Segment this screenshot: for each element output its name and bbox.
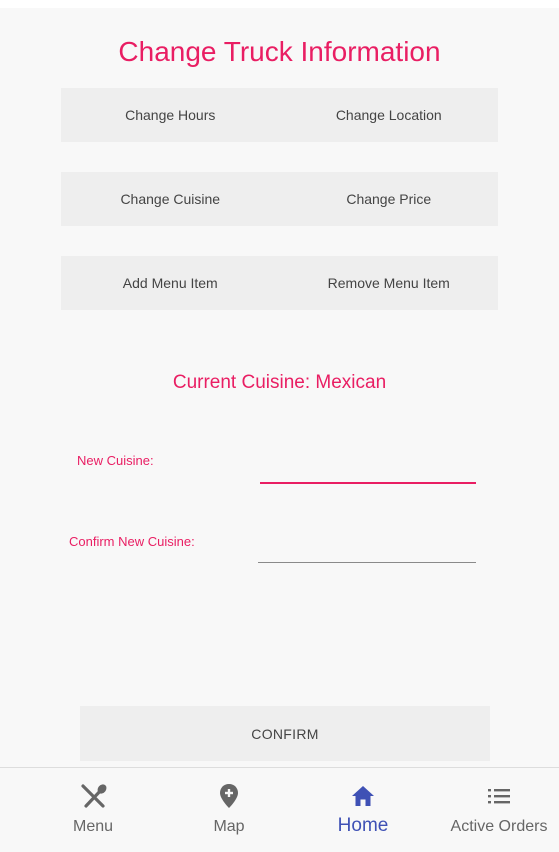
map-pin-plus-icon xyxy=(218,783,240,809)
screen: Change Truck Information Change Hours Ch… xyxy=(0,8,559,852)
utensils-icon xyxy=(78,783,108,809)
change-hours-button[interactable]: Change Hours xyxy=(61,88,280,142)
home-icon xyxy=(350,783,376,809)
nav-label-map: Map xyxy=(213,818,245,835)
current-cuisine-text: Current Cuisine: Mexican xyxy=(172,372,387,393)
new-cuisine-label: New Cuisine: xyxy=(77,453,154,468)
option-row-1: Change Hours Change Location xyxy=(61,88,498,142)
option-row-2: Change Cuisine Change Price xyxy=(61,172,498,226)
nav-item-home[interactable]: Home xyxy=(320,768,406,852)
confirm-new-cuisine-label: Confirm New Cuisine: xyxy=(69,534,195,549)
nav-label-active-orders: Active Orders xyxy=(450,818,548,835)
remove-menu-item-button[interactable]: Remove Menu Item xyxy=(280,256,499,310)
confirm-new-cuisine-input[interactable] xyxy=(258,536,476,563)
change-location-button[interactable]: Change Location xyxy=(280,88,499,142)
nav-item-active-orders[interactable]: Active Orders xyxy=(440,768,558,852)
nav-item-map[interactable]: Map xyxy=(186,768,272,852)
page-title: Change Truck Information xyxy=(118,36,441,67)
nav-item-menu[interactable]: Menu xyxy=(50,768,136,852)
option-row-3: Add Menu Item Remove Menu Item xyxy=(61,256,498,310)
nav-label-menu: Menu xyxy=(72,818,114,835)
list-icon xyxy=(486,783,512,809)
confirm-button[interactable]: CONFIRM xyxy=(80,706,490,761)
change-cuisine-button[interactable]: Change Cuisine xyxy=(61,172,280,226)
change-price-button[interactable]: Change Price xyxy=(280,172,499,226)
new-cuisine-input[interactable] xyxy=(260,456,476,484)
add-menu-item-button[interactable]: Add Menu Item xyxy=(61,256,280,310)
bottom-navigation: Menu Map Home Active Orders xyxy=(0,767,559,852)
nav-label-home: Home xyxy=(337,815,389,836)
